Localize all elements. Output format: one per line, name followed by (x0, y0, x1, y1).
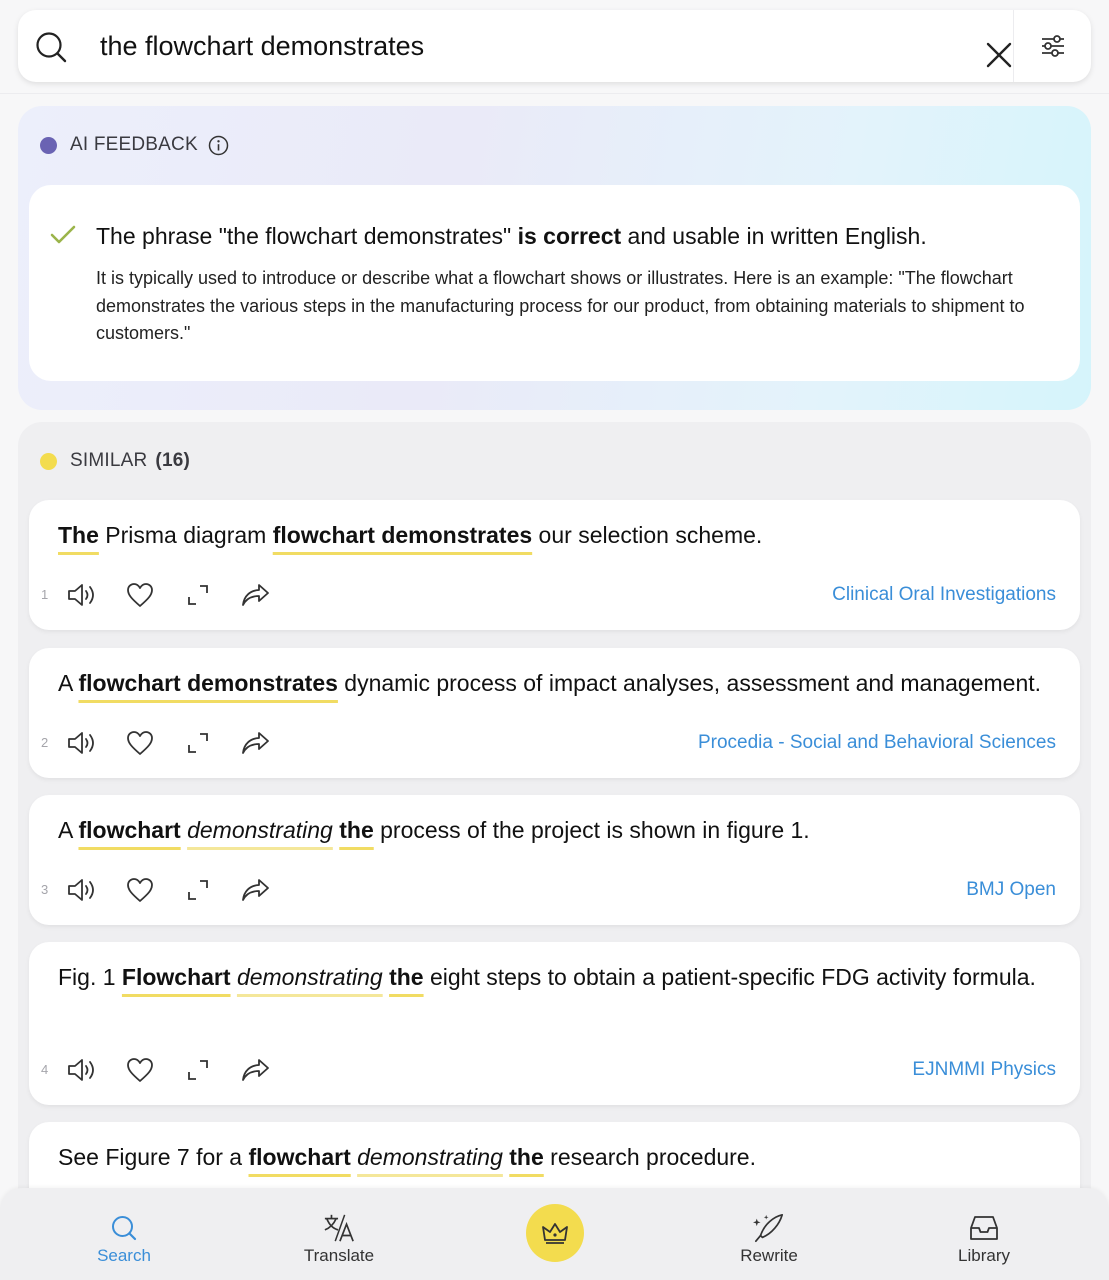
speaker-icon[interactable] (65, 726, 99, 760)
highlighted-word: demonstrating (187, 817, 333, 843)
search-bar[interactable]: the flowchart demonstrates (18, 10, 1091, 82)
result-sentence[interactable]: A flowchart demonstrating the process of… (58, 814, 1058, 847)
result-source-link[interactable]: Procedia - Social and Behavioral Science… (698, 732, 1056, 754)
tab-library[interactable]: Library (914, 1188, 1054, 1280)
similar-title: SIMILAR (70, 450, 148, 471)
share-icon[interactable] (239, 873, 273, 907)
similar-heading: SIMILAR (16) (40, 450, 190, 472)
ai-feedback-panel: AI FEEDBACK The phrase "the flowchart de… (18, 106, 1091, 410)
ai-explanation: It is typically used to introduce or des… (96, 268, 1025, 343)
quill-icon (753, 1213, 784, 1243)
result-card[interactable]: A flowchart demonstrating the process of… (29, 795, 1080, 925)
ai-verdict: The phrase "the flowchart demonstrates" … (96, 223, 927, 250)
tab-translate[interactable]: Translate (269, 1188, 409, 1280)
highlighted-word: flowchart (248, 1144, 351, 1170)
result-sentence[interactable]: Fig. 1 Flowchart demonstrating the eight… (58, 961, 1058, 994)
translate-icon (324, 1214, 354, 1242)
verdict-prefix: The phrase "the flowchart demonstrates" (96, 223, 518, 249)
result-index: 3 (41, 882, 49, 897)
search-input[interactable]: the flowchart demonstrates (100, 10, 424, 82)
sentence-text: See Figure 7 for a (58, 1144, 249, 1170)
premium-button[interactable] (526, 1204, 584, 1262)
sentence-text: process of the project is shown in figur… (373, 817, 810, 843)
highlighted-word: demonstrating (236, 964, 383, 990)
tab-label: Library (958, 1246, 1010, 1265)
highlighted-word: flowchart demonstrates (272, 522, 533, 548)
expand-icon[interactable] (181, 1053, 215, 1087)
tab-label: Translate (303, 1246, 375, 1265)
share-icon[interactable] (239, 726, 273, 760)
expand-icon[interactable] (181, 726, 215, 760)
crown-icon (542, 1223, 568, 1244)
highlighted-word: The (58, 522, 99, 548)
speaker-icon[interactable] (65, 1053, 99, 1087)
sentence-text: A (58, 817, 79, 843)
heart-icon[interactable] (123, 726, 157, 760)
tab-search[interactable]: Search (54, 1188, 194, 1280)
result-actions: 3 BMJ Open (29, 873, 1080, 907)
speaker-icon[interactable] (65, 578, 99, 612)
ai-feedback-title: AI FEEDBACK (70, 134, 198, 155)
ai-feedback-heading: AI FEEDBACK (40, 134, 229, 156)
sentence-text: research procedure. (543, 1144, 756, 1170)
heart-icon[interactable] (123, 1053, 157, 1087)
result-sentence[interactable]: See Figure 7 for a flowchart demonstrati… (58, 1141, 1058, 1174)
similar-count: (16) (155, 450, 191, 471)
highlighted-word: the (339, 817, 374, 843)
result-sentence[interactable]: The Prisma diagram flowchart demonstrate… (58, 519, 1058, 552)
result-card[interactable]: Fig. 1 Flowchart demonstrating the eight… (29, 942, 1080, 1105)
sentence-text: our selection scheme. (532, 522, 763, 548)
tab-rewrite[interactable]: Rewrite (699, 1188, 839, 1280)
sentence-text: Fig. 1 (58, 964, 122, 990)
result-card[interactable]: The Prisma diagram flowchart demonstrate… (29, 500, 1080, 630)
inbox-icon (970, 1216, 998, 1240)
highlighted-word: flowchart (78, 817, 181, 843)
highlighted-word: the (509, 1144, 544, 1170)
highlighted-word: the (389, 964, 424, 990)
tab-label: Rewrite (740, 1246, 798, 1265)
heart-icon[interactable] (123, 578, 157, 612)
verdict-suffix: and usable in written English. (621, 223, 927, 249)
similar-dot (40, 452, 57, 470)
sentence-text: Prisma diagram (98, 522, 273, 548)
ai-feedback-dot (40, 136, 57, 154)
check-icon (50, 225, 76, 244)
info-icon[interactable] (208, 135, 229, 156)
ai-feedback-card: The phrase "the flowchart demonstrates" … (29, 185, 1080, 381)
sentence-text: A (58, 670, 79, 696)
result-actions: 4 EJNMMI Physics (29, 1053, 1080, 1087)
search-icon (36, 32, 67, 63)
tab-label: Search (97, 1246, 151, 1265)
result-source-link[interactable]: BMJ Open (966, 879, 1056, 901)
heart-icon[interactable] (123, 873, 157, 907)
verdict-bold: is correct (517, 223, 622, 249)
clear-icon[interactable] (982, 38, 1016, 72)
share-icon[interactable] (239, 578, 273, 612)
header-divider (0, 93, 1109, 94)
highlighted-word: Flowchart (121, 964, 231, 990)
result-index: 2 (41, 735, 49, 750)
filter-sliders-icon (1041, 35, 1064, 57)
highlighted-word: demonstrating (357, 1144, 503, 1170)
search-icon (112, 1216, 137, 1241)
result-actions: 1 Clinical Oral Investigations (29, 578, 1080, 612)
result-card[interactable]: A flowchart demonstrates dynamic process… (29, 648, 1080, 778)
expand-icon[interactable] (181, 578, 215, 612)
expand-icon[interactable] (181, 873, 215, 907)
result-source-link[interactable]: Clinical Oral Investigations (832, 584, 1056, 606)
similar-panel: SIMILAR (16) The Prisma diagram flowchar… (18, 422, 1091, 1252)
result-index: 1 (41, 587, 49, 602)
highlighted-word: flowchart demonstrates (78, 670, 338, 696)
filter-button[interactable] (1013, 10, 1091, 82)
sentence-text: eight steps to obtain a patient-specific… (423, 964, 1036, 990)
share-icon[interactable] (239, 1053, 273, 1087)
speaker-icon[interactable] (65, 873, 99, 907)
result-sentence[interactable]: A flowchart demonstrates dynamic process… (58, 667, 1058, 700)
result-source-link[interactable]: EJNMMI Physics (912, 1059, 1056, 1081)
result-actions: 2 Procedia - Social and Behavioral Scien… (29, 726, 1080, 760)
result-index: 4 (41, 1062, 49, 1077)
bottom-tab-bar: Search Translate Rewrite Library (0, 1188, 1109, 1280)
sentence-text: dynamic process of impact analyses, asse… (337, 670, 1042, 696)
